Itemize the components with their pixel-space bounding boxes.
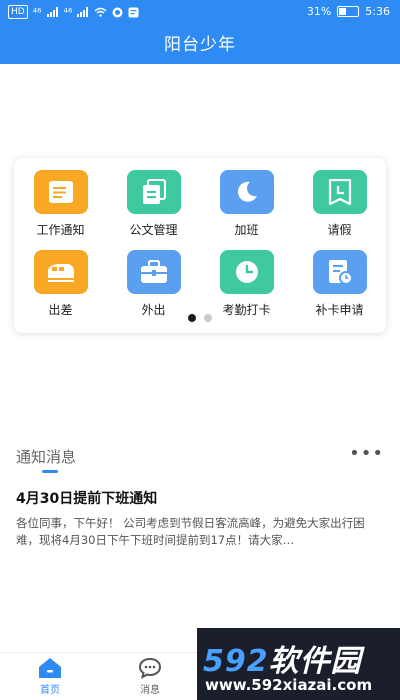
tile-work-notice[interactable]: 工作通知	[14, 170, 107, 242]
page-title: 阳台少年	[164, 35, 236, 55]
calendar-leave-icon	[312, 170, 367, 214]
signal-indicator-2: ⁴⁶	[63, 5, 73, 19]
top-bar: HD ⁴⁶ ⁴⁶ 31% 5:36 阳台少年	[0, 0, 400, 64]
home-icon	[39, 658, 61, 678]
files-icon	[126, 170, 181, 214]
tab-messages[interactable]: 消息	[120, 657, 180, 696]
signal-bars-icon-2	[77, 7, 89, 17]
form-clock-icon	[312, 250, 367, 294]
more-icon[interactable]: •••	[349, 445, 384, 463]
chat-bubble-icon	[138, 657, 162, 679]
battery-icon	[337, 6, 360, 17]
tile-overtime[interactable]: 加班	[200, 170, 293, 242]
page-dot[interactable]	[204, 314, 212, 322]
wifi-icon	[94, 7, 107, 17]
battery-percent: 31%	[306, 5, 332, 18]
notice-body[interactable]: 各位同事，下午好！ 公司考虑到节假日客流高峰，为避免大家出行困难，现将4月30日…	[16, 515, 384, 549]
watermark-url: www.592xiazai.com	[205, 676, 373, 694]
section-title-underline	[42, 470, 58, 473]
app-notification-icon	[112, 7, 123, 17]
tile-attendance-clock-in[interactable]: 考勤打卡	[200, 250, 293, 322]
clock-icon	[219, 250, 274, 294]
tile-leave[interactable]: 请假	[293, 170, 386, 242]
tab-label: 首页	[40, 685, 60, 696]
page-indicator	[14, 314, 386, 322]
section-title: 通知消息	[16, 448, 77, 466]
status-bar: HD ⁴⁶ ⁴⁶ 31% 5:36	[0, 0, 400, 24]
tile-document-management[interactable]: 公文管理	[107, 170, 200, 242]
train-icon	[33, 250, 88, 294]
hd-indicator: HD	[8, 5, 28, 19]
notice-title[interactable]: 4月30日提前下班通知	[16, 488, 157, 508]
tile-label: 工作通知	[36, 223, 85, 237]
document-icon	[33, 170, 88, 214]
signal-bars-icon	[46, 7, 58, 17]
tile-label: 公文管理	[129, 223, 178, 237]
tile-card-reissue-request[interactable]: 补卡申请	[293, 250, 386, 322]
site-watermark: 592软件园 www.592xiazai.com	[197, 628, 400, 700]
clock-time: 5:36	[365, 5, 390, 18]
tile-going-out[interactable]: 外出	[107, 250, 200, 322]
function-grid-card: 工作通知 公文管理 加班 请假 出差 外出 考勤打卡 补卡申请	[14, 158, 386, 333]
watermark-brand: 592软件园	[203, 644, 362, 679]
function-grid: 工作通知 公文管理 加班 请假 出差 外出 考勤打卡 补卡申请	[14, 170, 386, 322]
briefcase-icon	[126, 250, 181, 294]
moon-icon	[219, 170, 274, 214]
message-notification-icon	[128, 7, 139, 17]
tab-label: 消息	[140, 685, 160, 696]
tab-home[interactable]: 首页	[20, 657, 80, 696]
signal-indicator-1: ⁴⁶	[32, 5, 42, 19]
tile-business-trip[interactable]: 出差	[14, 250, 107, 322]
page-dot-active[interactable]	[188, 314, 196, 322]
tile-label: 请假	[327, 223, 352, 237]
notices-header: 通知消息 •••	[16, 445, 384, 474]
tile-label: 加班	[234, 223, 259, 237]
